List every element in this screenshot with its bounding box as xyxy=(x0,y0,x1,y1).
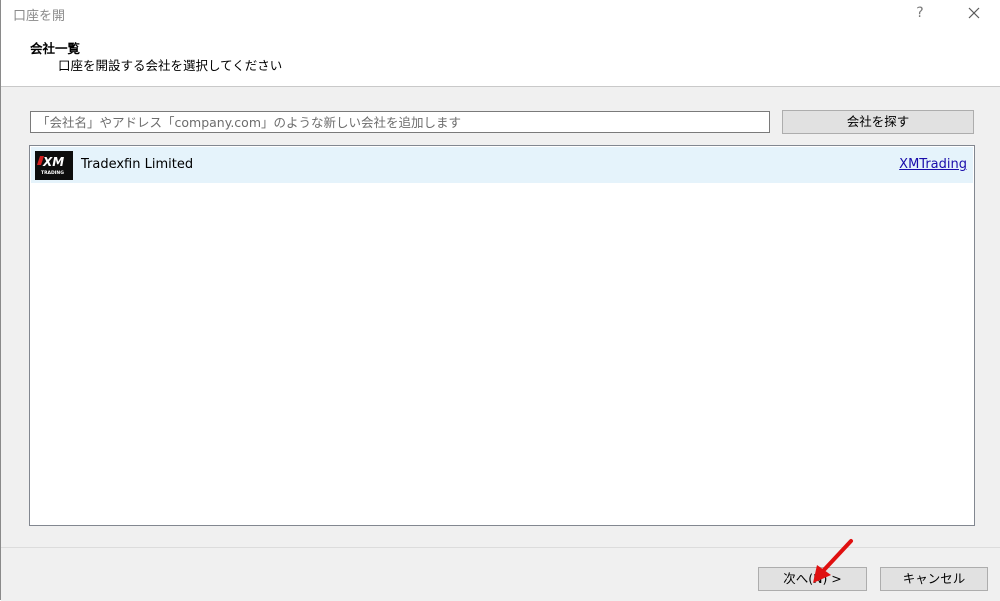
cancel-button[interactable]: キャンセル xyxy=(880,567,988,591)
header-subtitle: 口座を開設する会社を選択してください xyxy=(58,58,283,73)
dialog-footer: 次へ(N) > キャンセル xyxy=(1,547,1000,601)
company-search-input[interactable] xyxy=(30,111,770,133)
company-name: Tradexfin Limited xyxy=(81,157,194,172)
window-title: 口座を開 xyxy=(13,9,66,24)
next-button[interactable]: 次へ(N) > xyxy=(758,567,867,591)
close-icon xyxy=(968,7,980,19)
svg-text:XM: XM xyxy=(42,155,64,169)
close-button[interactable] xyxy=(963,2,985,24)
open-account-dialog: 口座を開 ? 会社一覧 口座を開設する会社を選択してください 会社を探す XM xyxy=(0,0,1000,601)
company-row[interactable]: XM TRADING Tradexfin Limited XMTrading xyxy=(31,147,973,183)
find-company-button[interactable]: 会社を探す xyxy=(782,110,974,134)
dialog-header: 会社一覧 口座を開設する会社を選択してください xyxy=(1,28,1000,87)
company-list[interactable]: XM TRADING Tradexfin Limited XMTrading xyxy=(29,145,975,526)
xm-trading-logo-icon: XM TRADING xyxy=(35,151,73,180)
title-bar: 口座を開 ? xyxy=(1,0,1000,28)
help-button[interactable]: ? xyxy=(909,2,931,24)
dialog-content: 会社を探す XM TRADING Tradexfin Limited XMTra… xyxy=(1,87,1000,547)
company-link[interactable]: XMTrading xyxy=(899,157,967,172)
svg-text:TRADING: TRADING xyxy=(41,170,64,176)
